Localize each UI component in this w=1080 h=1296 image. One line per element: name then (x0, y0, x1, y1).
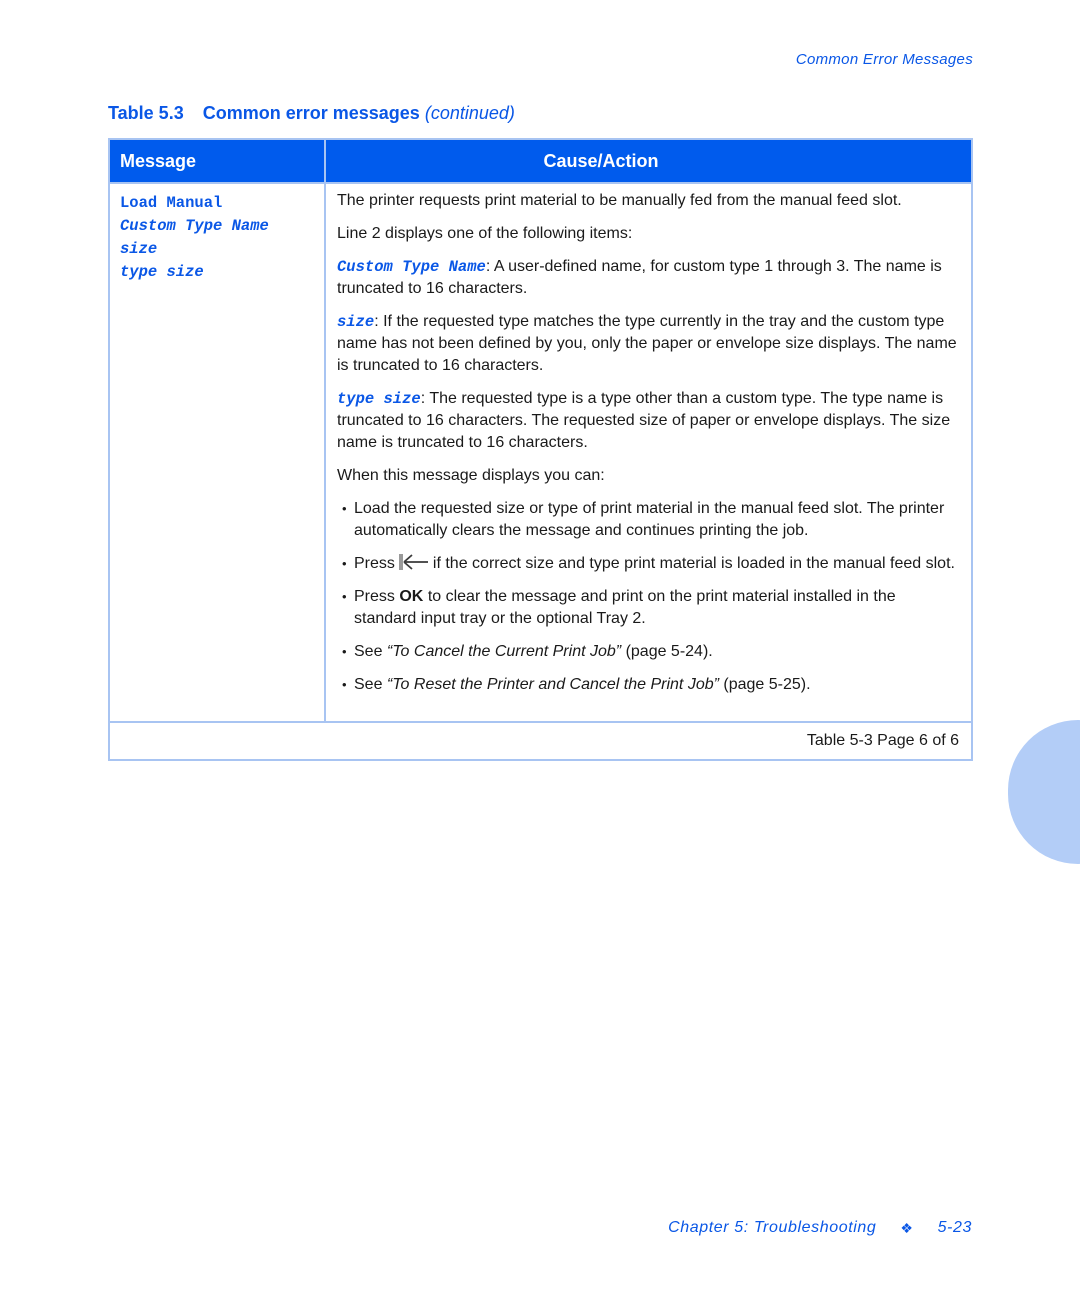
when-text: When this message displays you can: (337, 467, 605, 484)
action-text: (page 5-25). (723, 676, 811, 693)
action-item: See “To Reset the Printer and Cancel the… (337, 674, 959, 696)
action-text: if the correct size and type print mater… (432, 555, 955, 572)
action-text: See (354, 643, 383, 660)
chapter-label: Chapter 5: Troubleshooting (668, 1219, 877, 1236)
error-messages-table: Message Cause/Action Load Manual Custom … (108, 138, 973, 761)
message-line: type size (120, 263, 204, 281)
cause-intro: The printer requests print material to b… (337, 192, 902, 209)
item-text: : The requested type is a type other tha… (337, 390, 951, 451)
table-caption: Table 5.3 Common error messages (continu… (108, 103, 515, 124)
action-text: See (354, 676, 383, 693)
table-row: Load Manual Custom Type Name size type s… (108, 182, 973, 723)
message-line: size (120, 240, 158, 258)
message-line: Custom Type Name (120, 217, 269, 235)
page-footer: Chapter 5: Troubleshooting ❖ 5-23 (668, 1219, 972, 1237)
action-item: Load the requested size or type of print… (337, 498, 959, 542)
action-text: Press (354, 588, 395, 605)
table-title: Common error messages (202, 103, 420, 123)
action-item: See “To Cancel the Current Print Job” (p… (337, 641, 959, 663)
action-text: Load the requested size or type of print… (354, 500, 945, 539)
action-text: to clear the message and print on the pr… (354, 588, 896, 627)
action-text: Press (354, 555, 395, 572)
table-page-indicator: Table 5-3 Page 6 of 6 (108, 721, 973, 761)
running-header: Common Error Messages (795, 51, 973, 68)
table-footer-row: Table 5-3 Page 6 of 6 (108, 721, 973, 761)
table-header-row: Message Cause/Action (108, 138, 973, 184)
continued-label: (continued) (424, 103, 515, 123)
action-list: Load the requested size or type of print… (337, 498, 959, 696)
back-arrow-key-icon (398, 554, 428, 570)
column-header-cause: Cause/Action (324, 138, 973, 184)
item-description: Custom Type Name: A user-defined name, f… (337, 256, 959, 300)
action-item: Press if the correct size and type print … (337, 553, 959, 575)
ok-key-label: OK (399, 588, 424, 605)
cause-cell: The printer requests print material to b… (324, 182, 973, 723)
line2-text: Line 2 displays one of the following ite… (337, 225, 633, 242)
cross-reference-link[interactable]: “To Cancel the Current Print Job” (387, 643, 621, 660)
item-description: size: If the requested type matches the … (337, 311, 959, 377)
column-header-message: Message (108, 138, 326, 184)
item-term: Custom Type Name (337, 258, 486, 276)
message-line: Load Manual (120, 194, 223, 212)
item-term: size (337, 313, 375, 331)
table-number: Table 5.3 (108, 103, 184, 123)
action-item: Press OK to clear the message and print … (337, 586, 959, 630)
page-number: 5-23 (937, 1219, 972, 1236)
item-term: type size (337, 390, 421, 408)
item-text: : If the requested type matches the type… (337, 313, 957, 374)
action-text: (page 5-24). (625, 643, 713, 660)
item-description: type size: The requested type is a type … (337, 388, 959, 454)
diamond-separator-icon: ❖ (900, 1219, 914, 1236)
chapter-tab-marker (1008, 720, 1080, 864)
message-cell: Load Manual Custom Type Name size type s… (108, 182, 326, 723)
cross-reference-link[interactable]: “To Reset the Printer and Cancel the Pri… (387, 676, 719, 693)
